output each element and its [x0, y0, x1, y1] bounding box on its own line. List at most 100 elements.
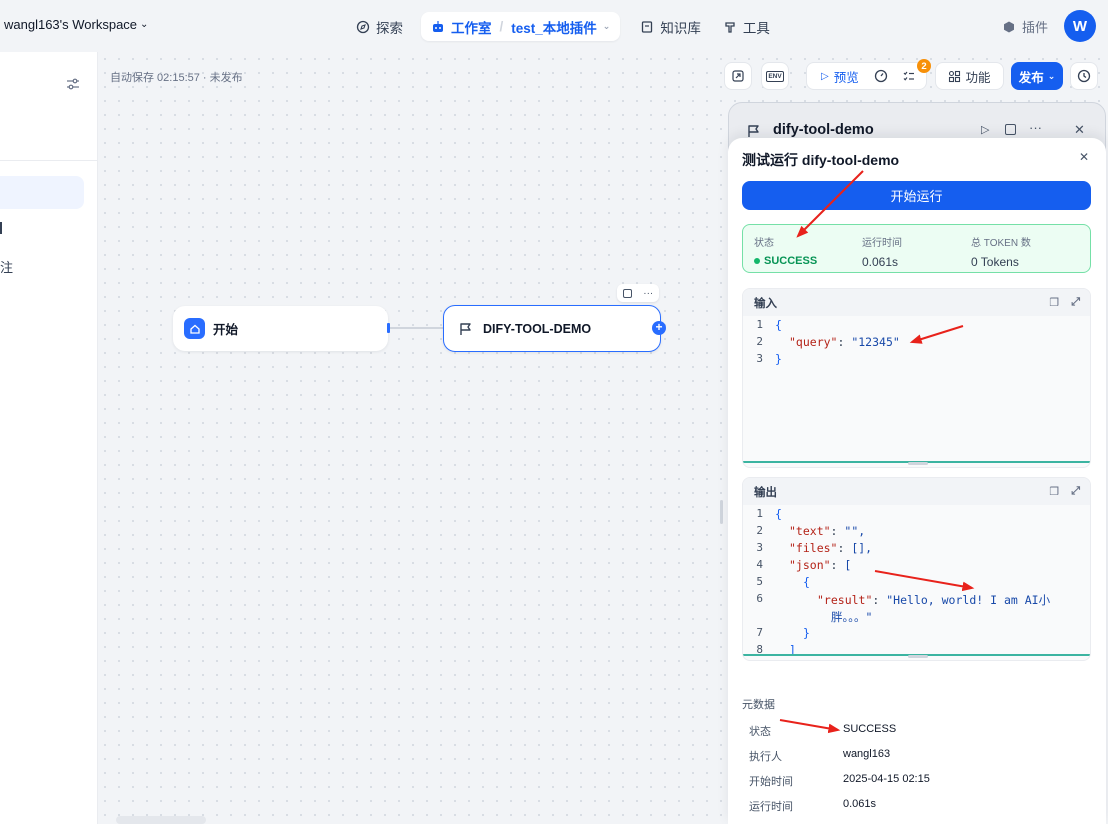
- left-panel-divider: [0, 160, 98, 161]
- checkbox-icon[interactable]: [622, 288, 632, 298]
- input-code-lines[interactable]: 1 {2 "query": "12345" 3}: [743, 316, 1090, 369]
- resize-handle[interactable]: [908, 462, 928, 465]
- resize-handle[interactable]: [908, 655, 928, 658]
- compass-icon: [356, 20, 370, 33]
- status-dot: [754, 258, 760, 264]
- meta-start-value: 2025-04-15 02:15: [843, 773, 930, 785]
- metadata-section: 元数据 状态 SUCCESS 执行人 wangl163 开始时间 2025-04…: [742, 696, 930, 813]
- nav-explore-label: 探索: [376, 20, 403, 36]
- plugins-button[interactable]: 插件: [1002, 17, 1048, 36]
- copy-icon[interactable]: ❐: [1049, 485, 1059, 498]
- meta-status-value: SUCCESS: [843, 723, 897, 735]
- chevron-down-icon: ⌄: [602, 21, 611, 31]
- expand-icon[interactable]: ⤢: [1071, 485, 1080, 498]
- meta-row-runtime: 运行时间 0.061s: [749, 798, 1049, 814]
- code-line: 4 "json": [: [743, 558, 1090, 575]
- line-number: 1: [756, 318, 763, 331]
- more-icon[interactable]: ···: [643, 288, 653, 299]
- close-icon[interactable]: ✕: [1074, 122, 1085, 138]
- current-app-name[interactable]: test_本地插件: [511, 17, 597, 37]
- features-button[interactable]: 功能: [935, 62, 1004, 90]
- history-icon: [1077, 69, 1091, 83]
- add-node-button[interactable]: +: [652, 321, 666, 335]
- checklist-icon[interactable]: [902, 69, 916, 83]
- json-colon: :: [872, 593, 887, 607]
- start-node-label: 开始: [213, 323, 239, 337]
- preview-group: ▷ 预览: [806, 62, 927, 90]
- code-text: }: [803, 626, 810, 640]
- plugins-label: 插件: [1022, 20, 1049, 35]
- book-icon: [642, 20, 653, 33]
- nav-knowledge[interactable]: 知识库: [630, 12, 711, 41]
- code-text: "json": [: [789, 558, 851, 572]
- left-panel-selected-item[interactable]: [0, 176, 84, 209]
- line-number: 5: [756, 575, 763, 588]
- meta-row-executor: 执行人 wangl163: [749, 748, 1049, 764]
- expand-icon[interactable]: ⤢: [1071, 296, 1080, 309]
- start-node[interactable]: 开始: [173, 306, 388, 351]
- metadata-title: 元数据: [742, 699, 775, 711]
- output-code-block: 输出 ❐ ⤢ 1{2 "text": "", 3 "files": [], 4 "json…: [742, 477, 1091, 661]
- code-text: {: [775, 318, 782, 332]
- json-value: "12345": [851, 335, 900, 349]
- node-actions: ···: [617, 284, 659, 302]
- meta-time-value: 0.061s: [843, 798, 877, 810]
- node-detail-title: dify-tool-demo: [773, 122, 874, 138]
- robot-icon: [433, 20, 443, 32]
- token-label: 总 TOKEN 数: [971, 238, 1031, 249]
- workspace-switcher[interactable]: wangl163's Workspace ⌄: [4, 17, 148, 32]
- json-key: "json": [789, 558, 831, 572]
- nav-studio[interactable]: 工作室 / test_本地插件 ⌄: [421, 12, 621, 41]
- output-header: 输出 ❐ ⤢: [743, 478, 1090, 505]
- json-colon: :: [837, 335, 852, 349]
- output-code-lines[interactable]: 1{2 "text": "", 3 "files": [], 4 "json": [5{6…: [743, 505, 1090, 660]
- code-line: 2 "query": "12345": [743, 335, 1090, 352]
- panel-resize-handle[interactable]: [720, 500, 723, 524]
- publish-button[interactable]: 发布 ⌄: [1011, 62, 1063, 90]
- copy-icon[interactable]: ❐: [1049, 296, 1059, 309]
- grid-icon: [949, 70, 961, 82]
- left-panel-item-label[interactable]: 注: [0, 257, 13, 276]
- code-text: "result": "Hello, world! I am AI小: [817, 592, 1050, 608]
- play-icon[interactable]: ▷: [981, 123, 989, 136]
- avatar[interactable]: W: [1064, 10, 1096, 42]
- output-title: 输出: [754, 486, 777, 499]
- meta-time-label: 运行时间: [749, 801, 793, 813]
- code-text: {: [775, 507, 782, 521]
- code-line: 3}: [743, 352, 1090, 369]
- code-line: 6 "result": "Hello, world! I am AI小: [743, 592, 1090, 609]
- line-number: 3: [756, 541, 763, 554]
- start-run-button[interactable]: 开始运行: [742, 181, 1091, 210]
- cube-icon: [1004, 21, 1014, 32]
- line-number: 3: [756, 352, 763, 365]
- line-number: 6: [756, 592, 763, 605]
- preview-button[interactable]: 预览: [834, 67, 859, 86]
- gauge-icon[interactable]: [874, 69, 888, 83]
- flag-icon: [748, 125, 759, 137]
- close-icon[interactable]: ✕: [1079, 150, 1089, 164]
- json-key: "files": [789, 541, 838, 555]
- nav-knowledge-label: 知识库: [660, 20, 701, 36]
- exit-button[interactable]: [724, 62, 752, 90]
- split-view-icon[interactable]: [1005, 124, 1016, 135]
- test-run-title: 测试运行 dify-tool-demo: [742, 152, 900, 168]
- more-icon[interactable]: ···: [1029, 120, 1042, 135]
- canvas-minimap[interactable]: [116, 816, 206, 824]
- json-colon: :: [830, 524, 845, 538]
- history-button[interactable]: [1070, 62, 1098, 90]
- json-value: "Hello, world! I am AI小: [886, 593, 1051, 607]
- nav-explore[interactable]: 探索: [346, 12, 413, 41]
- token-value: 0 Tokens: [971, 255, 1019, 269]
- input-header: 输入 ❐ ⤢: [743, 289, 1090, 316]
- hammer-icon: [725, 21, 735, 33]
- tool-node-label: DIFY-TOOL-DEMO: [483, 321, 592, 336]
- code-text: "query": "12345": [789, 335, 900, 349]
- tool-node[interactable]: DIFY-TOOL-DEMO: [443, 305, 661, 352]
- left-panel-item-marker: [0, 222, 2, 234]
- env-button[interactable]: ENV: [761, 62, 789, 90]
- chevron-down-icon: ⌄: [140, 19, 149, 30]
- nav-tools-label: 工具: [742, 20, 770, 36]
- settings-sliders-icon[interactable]: [66, 77, 80, 91]
- nav-tools[interactable]: 工具: [713, 12, 780, 41]
- code-text: "text": "",: [789, 524, 865, 538]
